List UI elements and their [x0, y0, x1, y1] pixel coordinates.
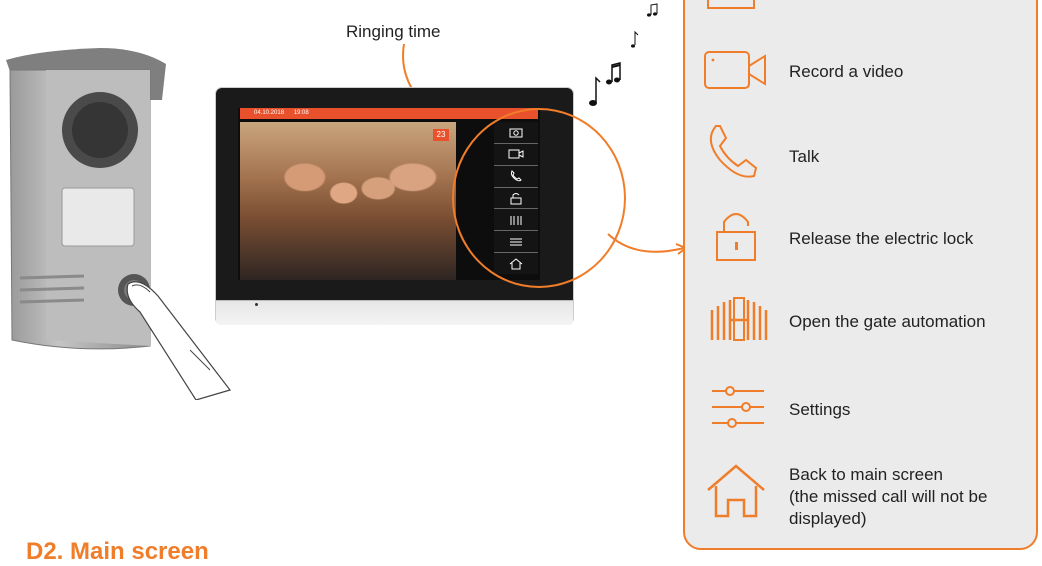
home-icon	[707, 464, 765, 518]
legend-lock-label: Release the electric lock	[789, 229, 974, 248]
monitor-bezel	[216, 300, 573, 325]
visitor-video-feed	[240, 122, 456, 280]
video-camera-icon	[704, 51, 766, 89]
legend-home-label: Back to main screen (the missed call wil…	[789, 464, 987, 530]
ringing-time-label: Ringing time	[346, 22, 441, 41]
status-date: 04.10.2018	[254, 110, 285, 116]
legend-gate-label: Open the gate automation	[789, 312, 986, 331]
legend-home-line2: (the missed call will not be	[789, 487, 988, 506]
sliders-icon	[712, 386, 764, 428]
legend-talk-label: Talk	[789, 147, 820, 166]
legend-record-label: Record a video	[789, 62, 904, 81]
music-notes-icon	[589, 3, 658, 106]
ring-counter: 23	[433, 129, 449, 141]
legend-settings-label: Settings	[789, 400, 851, 419]
legend-home-line1: Back to main screen	[789, 465, 944, 484]
padlock-icon	[716, 213, 756, 261]
status-bar: 04.10.2018 19:08	[240, 108, 538, 119]
section-heading: D2. Main screen	[26, 538, 209, 565]
gate-icon	[710, 297, 768, 341]
status-time: 19:08	[293, 110, 309, 116]
camera-icon	[707, 0, 755, 9]
callout-pointer-line	[607, 233, 689, 255]
legend-home-line3: displayed)	[789, 509, 867, 528]
phone-icon	[709, 125, 758, 178]
status-led	[255, 303, 258, 306]
action-bar-highlight	[452, 108, 626, 288]
